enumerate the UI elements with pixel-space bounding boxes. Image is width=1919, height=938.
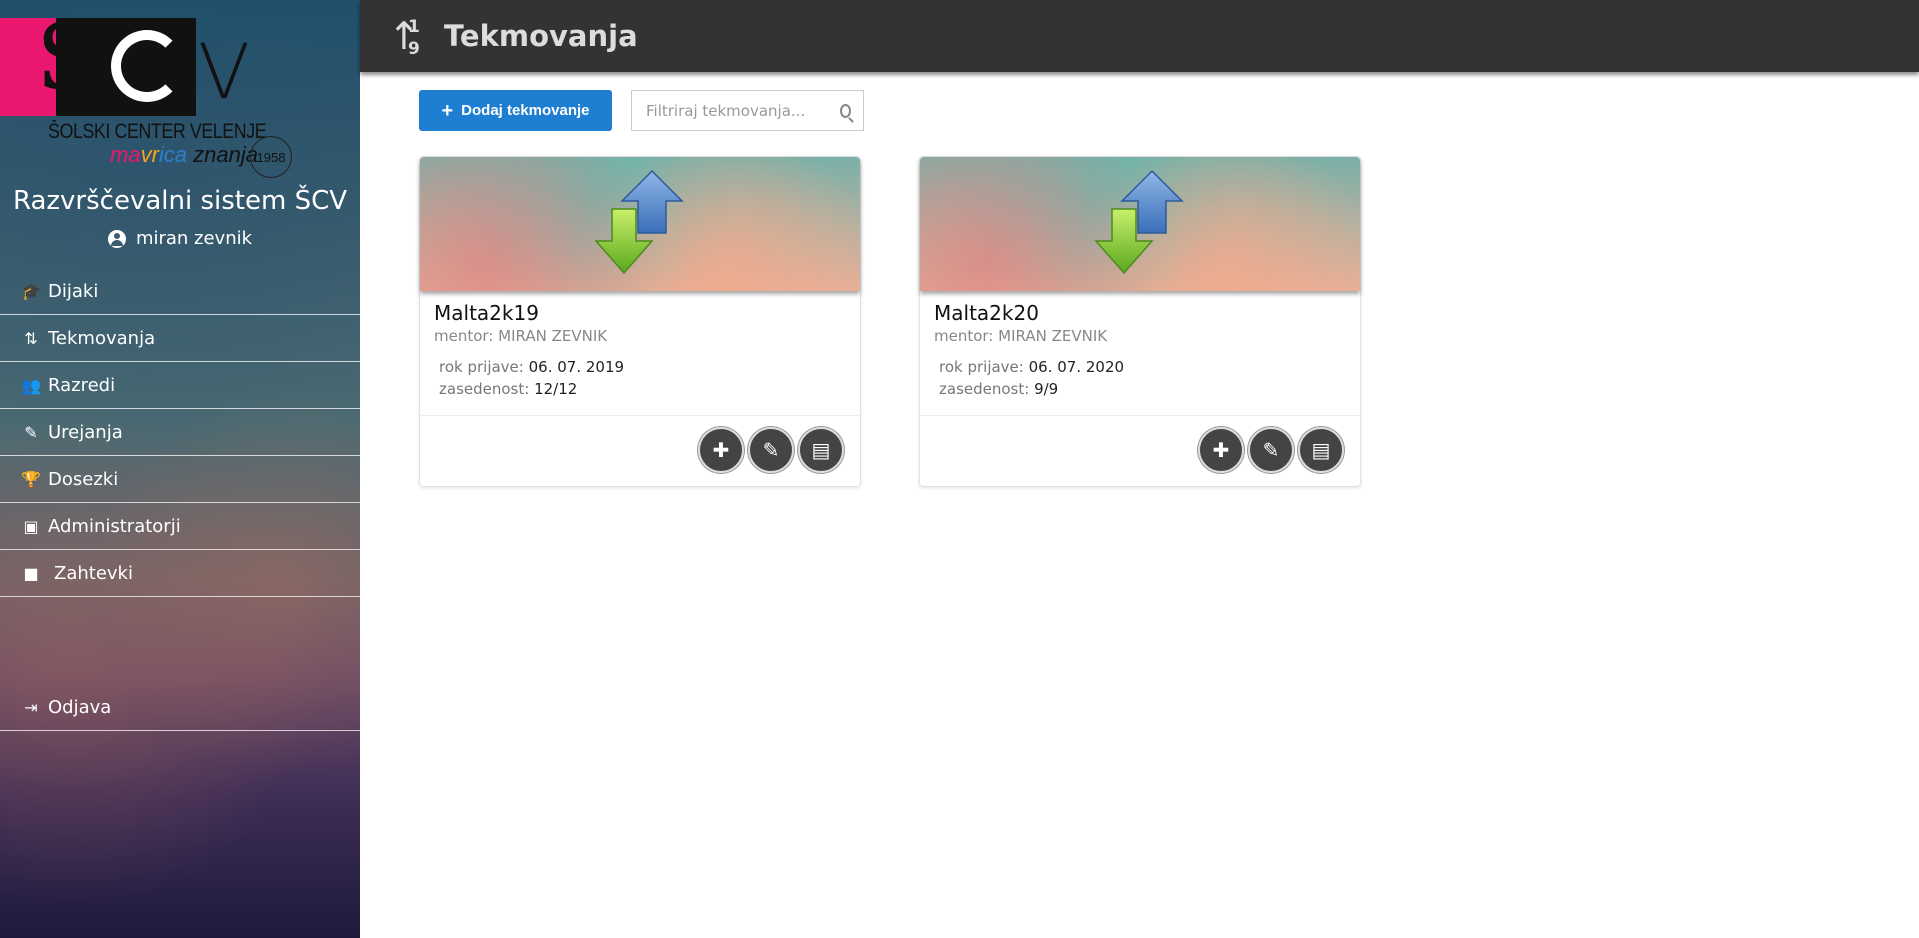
card-banner: [420, 157, 860, 291]
logout-label: Odjava: [48, 696, 112, 718]
card-actions: ✚ ✎ ▤: [698, 427, 844, 473]
edit-icon: ✎: [1262, 438, 1280, 462]
pdf-file-icon: ▤: [1311, 438, 1331, 462]
logo-letter-v: V: [198, 27, 250, 116]
card-occupancy: 9/9: [1034, 380, 1059, 398]
sort-numeric-icon: ↑ 1 9: [388, 14, 420, 59]
search-input[interactable]: [632, 91, 840, 130]
card-banner: [920, 157, 1360, 291]
sidebar-item-label: Urejanja: [48, 421, 123, 443]
sidebar-item-dijaki[interactable]: 🎓 Dijaki: [0, 268, 360, 315]
sidebar-item-dosezki[interactable]: 🏆 Dosezki: [0, 456, 360, 503]
sidebar-item-label: Zahtevki: [54, 562, 133, 584]
competition-card: Malta2k20 mentor: MIRAN ZEVNIK rok prija…: [919, 156, 1361, 487]
card-mentor: mentor: MIRAN ZEVNIK: [934, 327, 1108, 345]
scv-logo: S V ŠOLSKI CENTER VELENJE mavrica znanja…: [0, 12, 360, 178]
plus-icon: ✚: [1212, 438, 1230, 462]
sidebar-item-razredi[interactable]: 👥 Razredi: [0, 362, 360, 409]
export-pdf-button[interactable]: ▤: [1298, 427, 1344, 473]
logo-subtitle: ŠOLSKI CENTER VELENJE: [48, 120, 267, 143]
sidebar-item-label: Tekmovanja: [48, 327, 156, 349]
logo-letter-c: [111, 30, 183, 102]
card-occupancy: 12/12: [534, 380, 578, 398]
card-title: Malta2k19: [434, 301, 539, 325]
add-participant-button[interactable]: ✚: [1198, 427, 1244, 473]
competition-card: Malta2k19 mentor: MIRAN ZEVNIK rok prija…: [419, 156, 861, 487]
logo-letter-s: S: [36, 4, 100, 111]
logo-tagline: mavrica znanja: [110, 142, 258, 167]
user-name: miran zevnik: [135, 228, 253, 249]
sidebar: S V ŠOLSKI CENTER VELENJE mavrica znanja…: [0, 0, 360, 938]
sidebar-item-label: Razredi: [48, 374, 116, 396]
graduation-cap-icon: 🎓: [21, 281, 41, 301]
sidebar-item-label: Dijaki: [48, 280, 99, 302]
export-pdf-button[interactable]: ▤: [798, 427, 844, 473]
user-circle-icon: [107, 229, 126, 248]
logout-button[interactable]: ⇥ Odjava: [0, 684, 360, 731]
card-divider: [420, 415, 860, 416]
sidebar-nav: 🎓 Dijaki ⇅ Tekmovanja 👥 Razredi ✎ Urejan…: [0, 268, 360, 597]
transfer-arrows-icon: [1094, 169, 1184, 275]
edit-icon: ✎: [762, 438, 780, 462]
sidebar-item-label: Dosezki: [48, 468, 119, 490]
card-actions: ✚ ✎ ▤: [1198, 427, 1344, 473]
sidebar-item-tekmovanja[interactable]: ⇅ Tekmovanja: [0, 315, 360, 362]
trophy-icon: 🏆: [21, 469, 41, 489]
top-bar: ↑ 1 9 Tekmovanja: [360, 0, 1919, 72]
card-mentor: mentor: MIRAN ZEVNIK: [434, 327, 608, 345]
sign-out-icon: ⇥: [24, 697, 38, 717]
search-icon[interactable]: [840, 103, 851, 118]
sidebar-item-label: Administratorji: [48, 515, 181, 537]
edit-competition-button[interactable]: ✎: [1248, 427, 1294, 473]
add-competition-label: Dodaj tekmovanje: [461, 102, 590, 119]
sidebar-item-administratorji[interactable]: ▣ Administratorji: [0, 503, 360, 550]
sticky-note-icon: ■: [23, 563, 39, 583]
add-competition-button[interactable]: + Dodaj tekmovanje: [419, 90, 612, 131]
plus-icon: +: [441, 99, 454, 122]
add-participant-button[interactable]: ✚: [698, 427, 744, 473]
search-box: [631, 90, 864, 131]
sidebar-item-urejanja[interactable]: ✎ Urejanja: [0, 409, 360, 456]
page-title: Tekmovanja: [444, 19, 638, 53]
edit-competition-button[interactable]: ✎: [748, 427, 794, 473]
card-info: rok prijave: 06. 07. 2020 zasedenost: 9/…: [939, 358, 1125, 398]
sidebar-item-zahtevki[interactable]: ■ Zahtevki: [0, 550, 360, 597]
sort-numeric-icon: ⇅: [24, 328, 38, 348]
card-info: rok prijave: 06. 07. 2019 zasedenost: 12…: [439, 358, 625, 398]
plus-icon: ✚: [712, 438, 730, 462]
card-deadline: 06. 07. 2020: [1028, 358, 1125, 376]
users-icon: 👥: [21, 375, 41, 395]
logo-year-badge: 1958: [250, 136, 292, 178]
transfer-arrows-icon: [594, 169, 684, 275]
edit-icon: ✎: [24, 422, 38, 442]
pdf-file-icon: ▤: [811, 438, 831, 462]
card-title: Malta2k20: [934, 301, 1039, 325]
card-deadline: 06. 07. 2019: [528, 358, 625, 376]
app-title: Razvrščevalni sistem ŠCV: [12, 186, 348, 216]
address-book-icon: ▣: [23, 516, 39, 536]
card-divider: [920, 415, 1360, 416]
current-user: miran zevnik: [0, 228, 360, 249]
